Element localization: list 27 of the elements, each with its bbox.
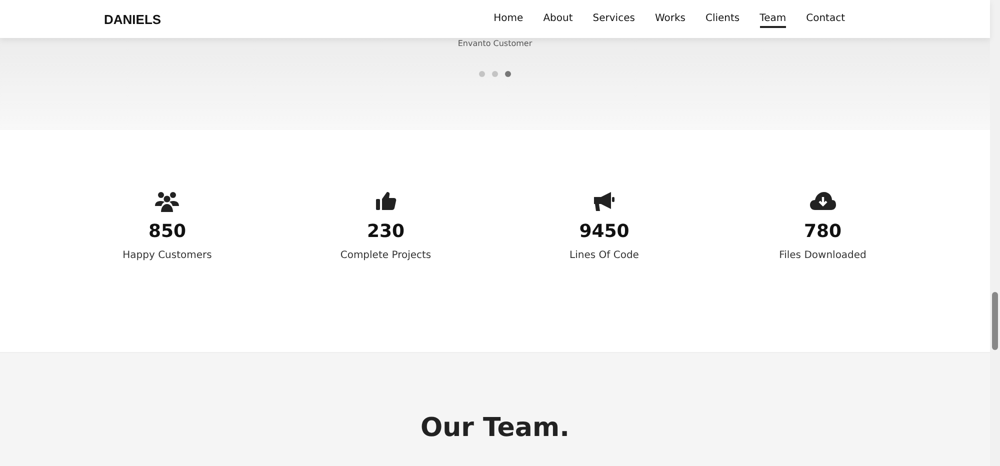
people-icon [154, 191, 180, 213]
counter-value: 230 [366, 221, 405, 242]
carousel-dot[interactable] [505, 71, 511, 77]
counter-label: Files Downloaded [779, 250, 866, 261]
megaphone-icon [593, 191, 616, 213]
nav-link[interactable]: Team [760, 10, 786, 28]
author-role: Envanto Customer [458, 39, 532, 48]
counter-label: Complete Projects [340, 250, 432, 261]
counter-label: Happy Customers [122, 250, 212, 261]
counter-value: 780 [804, 221, 842, 242]
thumbs-up-icon [374, 191, 397, 213]
nav-link[interactable]: Contact [806, 10, 845, 28]
nav-link[interactable]: Works [654, 10, 686, 28]
section-title: Our Team. [420, 413, 570, 445]
carousel-dot[interactable] [492, 71, 498, 77]
counter-value: 9450 [579, 221, 630, 242]
nav-link[interactable]: Home [494, 10, 524, 28]
cloud-download-icon [808, 191, 837, 213]
nav-link[interactable]: Clients [705, 10, 740, 28]
counter-value: 850 [148, 221, 186, 242]
counter-label: Lines Of Code [570, 250, 639, 261]
scrollbar-thumb[interactable] [992, 292, 998, 350]
logo[interactable]: DANIELS [104, 12, 162, 26]
nav-link[interactable]: About [543, 10, 573, 28]
scrollbar[interactable] [990, 0, 1000, 466]
carousel-dot[interactable] [479, 71, 485, 77]
nav-link[interactable]: Services [592, 10, 635, 28]
